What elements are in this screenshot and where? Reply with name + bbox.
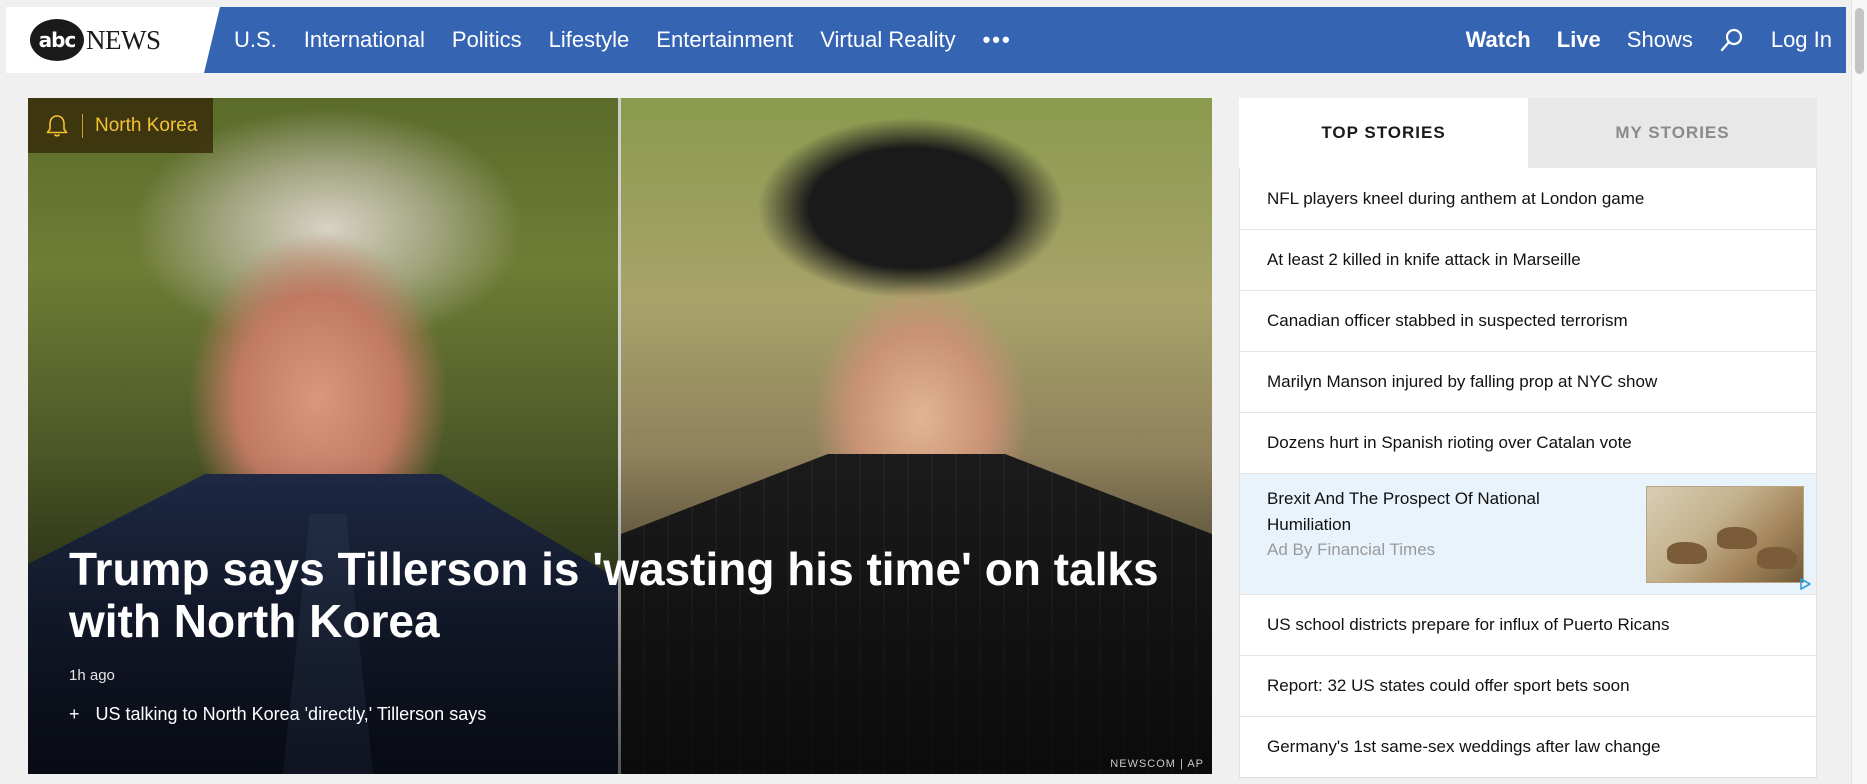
tab-my-stories[interactable]: MY STORIES xyxy=(1528,98,1817,168)
story-item[interactable]: Germany's 1st same-sex weddings after la… xyxy=(1240,716,1816,777)
sponsored-ad[interactable]: Brexit And The Prospect Of National Humi… xyxy=(1240,473,1816,594)
related-story-text[interactable]: US talking to North Korea 'directly,' Ti… xyxy=(96,704,487,725)
story-item[interactable]: US school districts prepare for influx o… xyxy=(1240,594,1816,655)
nav-live[interactable]: Live xyxy=(1557,27,1601,53)
nav-shows[interactable]: Shows xyxy=(1627,27,1693,53)
login-link[interactable]: Log In xyxy=(1771,27,1832,53)
related-story-link[interactable]: + US talking to North Korea 'directly,' … xyxy=(69,704,486,725)
ad-illustration-figure xyxy=(1667,542,1707,564)
story-item[interactable]: NFL players kneel during anthem at Londo… xyxy=(1240,168,1816,229)
hero-story[interactable]: North Korea Trump says Tillerson is 'was… xyxy=(28,98,1212,774)
ad-illustration-figure xyxy=(1717,527,1757,549)
adchoices-icon[interactable] xyxy=(1798,577,1812,591)
tab-top-stories[interactable]: TOP STORIES xyxy=(1239,98,1528,168)
page-scrollbar[interactable] xyxy=(1851,0,1867,784)
story-item[interactable]: Report: 32 US states could offer sport b… xyxy=(1240,655,1816,716)
abc-news-logo[interactable]: abc NEWS xyxy=(6,7,220,73)
hero-timestamp: 1h ago xyxy=(69,667,115,684)
nav-item-us[interactable]: U.S. xyxy=(234,27,277,53)
story-item[interactable]: Canadian officer stabbed in suspected te… xyxy=(1240,290,1816,351)
story-item[interactable]: Marilyn Manson injured by falling prop a… xyxy=(1240,351,1816,412)
stories-tabs: TOP STORIES MY STORIES xyxy=(1239,98,1817,168)
story-item[interactable]: Dozens hurt in Spanish rioting over Cata… xyxy=(1240,412,1816,473)
nav-item-lifestyle[interactable]: Lifestyle xyxy=(549,27,630,53)
logo-mark: abc xyxy=(30,19,84,61)
story-list: NFL players kneel during anthem at Londo… xyxy=(1239,168,1817,778)
top-navigation: abc NEWS U.S. International Politics Lif… xyxy=(6,7,1846,73)
bell-icon[interactable] xyxy=(44,113,70,139)
ad-title[interactable]: Brexit And The Prospect Of National Humi… xyxy=(1267,486,1607,538)
nav-right-group: Watch Live Shows Log In xyxy=(1440,27,1846,53)
nav-item-international[interactable]: International xyxy=(304,27,425,53)
nav-watch[interactable]: Watch xyxy=(1466,27,1531,53)
more-menu-button[interactable]: ••• xyxy=(983,27,1012,53)
hero-headline[interactable]: Trump says Tillerson is 'wasting his tim… xyxy=(69,543,1179,647)
story-item[interactable]: At least 2 killed in knife attack in Mar… xyxy=(1240,229,1816,290)
stories-panel: TOP STORIES MY STORIES NFL players kneel… xyxy=(1239,98,1817,778)
topic-tag-label[interactable]: North Korea xyxy=(95,115,197,137)
tag-separator xyxy=(82,113,83,138)
nav-bar: U.S. International Politics Lifestyle En… xyxy=(204,7,1846,73)
nav-item-politics[interactable]: Politics xyxy=(452,27,522,53)
topic-tag[interactable]: North Korea xyxy=(28,98,214,153)
ad-illustration-figure xyxy=(1757,547,1797,569)
photo-credit: NEWSCOM | AP xyxy=(1110,758,1204,770)
page: abc NEWS U.S. International Politics Lif… xyxy=(0,0,1867,784)
logo-wordmark: NEWS xyxy=(86,24,161,55)
ad-thumbnail[interactable] xyxy=(1646,486,1804,583)
nav-item-entertainment[interactable]: Entertainment xyxy=(656,27,793,53)
plus-icon: + xyxy=(69,704,80,724)
nav-item-virtual-reality[interactable]: Virtual Reality xyxy=(820,27,955,53)
search-icon[interactable] xyxy=(1719,27,1745,53)
scrollbar-thumb[interactable] xyxy=(1855,8,1864,74)
